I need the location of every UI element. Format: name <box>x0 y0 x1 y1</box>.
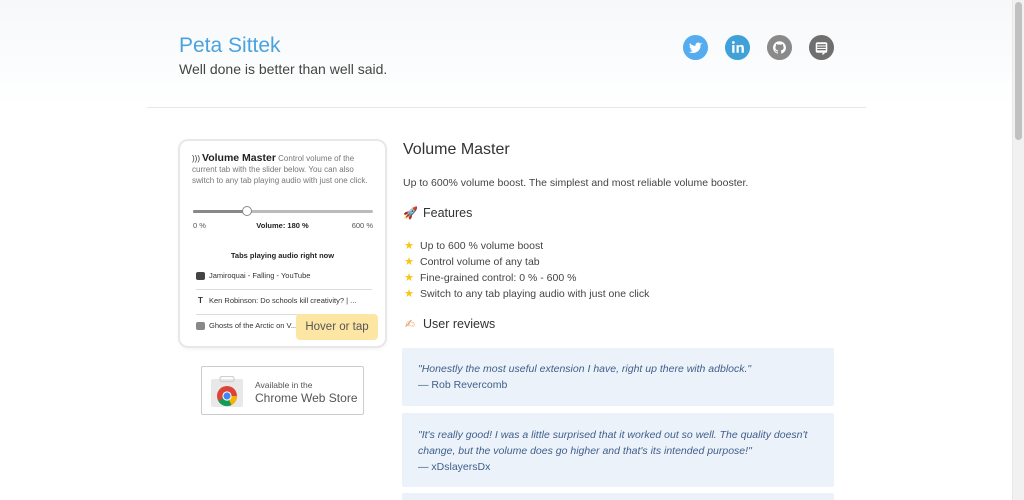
feature-item: ★ Up to 600 % volume boost <box>403 239 544 253</box>
chrome-web-store-button[interactable]: Available in the Chrome Web Store <box>201 366 364 415</box>
reviews-heading: ✍ User reviews <box>403 317 495 331</box>
reviews-heading-text: User reviews <box>423 317 496 331</box>
extension-header: ))) Volume Master Control volume of the c… <box>192 153 376 186</box>
hover-or-tap-badge[interactable]: Hover or tap <box>296 314 378 340</box>
star-icon: ★ <box>404 272 414 284</box>
header-divider <box>147 107 866 108</box>
feature-text: Up to 600 % volume boost <box>420 239 544 252</box>
site-title[interactable]: Peta Sittek <box>179 34 281 58</box>
star-icon: ★ <box>404 288 414 300</box>
product-title: Volume Master <box>403 141 510 158</box>
review-quote: "It's really good! I was a little surpri… <box>418 429 808 457</box>
volume-max-label: 600 % <box>351 221 373 230</box>
feature-item: ★ Control volume of any tab <box>403 255 540 269</box>
feature-text: Control volume of any tab <box>420 255 540 268</box>
rocket-icon: 🚀 <box>403 206 418 220</box>
audio-tab-title: Ken Robinson: Do schools kill creativity… <box>209 296 357 305</box>
stackexchange-icon[interactable] <box>808 34 835 61</box>
feature-text: Fine-grained control: 0 % - 600 % <box>420 271 577 284</box>
feature-item: ★ Switch to any tab playing audio with ju… <box>403 287 650 301</box>
product-description: Up to 600% volume boost. The simplest an… <box>403 177 749 189</box>
youtube-icon <box>196 272 205 281</box>
chrome-store-icon <box>211 376 243 407</box>
extension-name: Volume Master <box>202 152 276 164</box>
review-author: — Rob Revercomb <box>418 379 508 391</box>
feature-item: ★ Fine-grained control: 0 % - 600 % <box>403 271 577 285</box>
review-card: "It's really good! I was a little surpri… <box>402 413 834 487</box>
page-header: Peta Sittek Well done is better than wel… <box>0 0 1012 108</box>
writing-hand-icon: ✍ <box>404 317 416 331</box>
extension-preview[interactable]: ))) Volume Master Control volume of the c… <box>180 141 385 346</box>
features-heading-text: Features <box>423 206 473 220</box>
sound-wave-icon: ))) <box>192 154 200 163</box>
review-author: — xDslayersDx <box>418 461 491 473</box>
review-card <box>402 493 834 500</box>
features-heading: 🚀 Features <box>403 206 472 220</box>
tabs-title: Tabs playing audio right now <box>230 251 335 260</box>
star-icon: ★ <box>404 256 414 268</box>
audio-tab-title: Jamiroquai - Falling - YouTube <box>209 271 311 280</box>
feature-text: Switch to any tab playing audio with jus… <box>420 287 650 300</box>
review-card: "Honestly the most useful extension I ha… <box>402 348 834 406</box>
linkedin-icon[interactable] <box>724 34 751 61</box>
audio-tab-item[interactable]: Jamiroquai - Falling - YouTube <box>196 271 372 281</box>
star-icon: ★ <box>404 240 414 252</box>
twitter-icon[interactable] <box>682 34 709 61</box>
scroll-thumb[interactable] <box>1015 2 1022 140</box>
audio-tab-title: Ghosts of the Arctic on V... <box>209 321 298 330</box>
tab-separator <box>196 289 372 290</box>
volume-slider-fill <box>193 210 247 213</box>
review-quote: "Honestly the most useful extension I ha… <box>418 363 752 375</box>
page-scrollbar[interactable] <box>1012 0 1024 500</box>
ted-icon: T <box>196 297 205 306</box>
volume-slider-knob[interactable] <box>242 206 252 216</box>
site-tagline: Well done is better than well said. <box>179 61 388 77</box>
volume-slider[interactable] <box>193 210 373 213</box>
vimeo-icon <box>196 322 205 331</box>
audio-tab-item[interactable]: T Ken Robinson: Do schools kill creativit… <box>196 296 372 306</box>
github-icon[interactable] <box>766 34 793 61</box>
store-badge-big-text: Chrome Web Store <box>255 391 358 405</box>
store-badge-small-text: Available in the <box>255 380 313 390</box>
